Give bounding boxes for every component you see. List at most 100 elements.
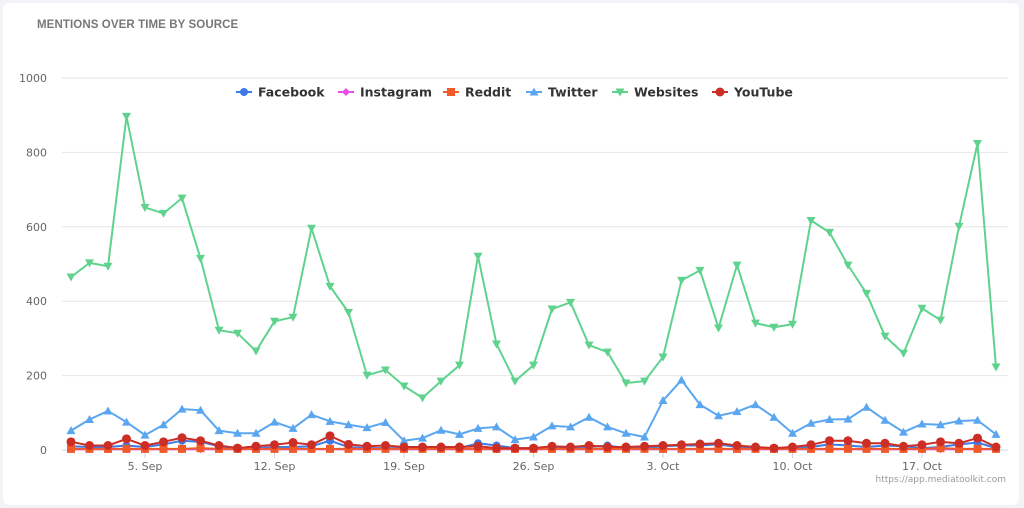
twitter-data-point[interactable] <box>381 417 390 426</box>
websites-data-point[interactable] <box>159 209 168 218</box>
twitter-data-point[interactable] <box>270 417 279 426</box>
websites-data-point[interactable] <box>695 266 705 275</box>
youtube-data-point[interactable] <box>473 441 483 451</box>
youtube-data-point[interactable] <box>658 441 668 451</box>
youtube-data-point[interactable] <box>492 443 501 453</box>
youtube-data-point[interactable] <box>381 441 390 451</box>
youtube-data-point[interactable] <box>862 438 871 448</box>
youtube-data-point[interactable] <box>973 433 982 443</box>
websites-data-point[interactable] <box>936 316 945 325</box>
twitter-data-point[interactable] <box>103 406 113 415</box>
twitter-data-point[interactable] <box>436 425 446 434</box>
youtube-data-point[interactable] <box>843 436 853 446</box>
youtube-data-point[interactable] <box>936 437 945 447</box>
youtube-data-point[interactable] <box>640 441 649 451</box>
legend-item-websites[interactable]: Websites <box>612 85 698 100</box>
websites-data-point[interactable] <box>991 363 1001 372</box>
youtube-data-point[interactable] <box>991 442 1001 452</box>
youtube-data-point[interactable] <box>418 442 427 452</box>
youtube-data-point[interactable] <box>251 441 261 451</box>
youtube-data-point[interactable] <box>307 440 316 450</box>
twitter-data-point[interactable] <box>862 402 871 411</box>
websites-data-point[interactable] <box>714 324 723 333</box>
youtube-data-point[interactable] <box>529 443 538 453</box>
youtube-data-point[interactable] <box>603 442 612 452</box>
websites-data-point[interactable] <box>917 304 927 313</box>
twitter-data-point[interactable] <box>603 422 612 431</box>
youtube-data-point[interactable] <box>714 438 723 448</box>
websites-data-point[interactable] <box>899 349 908 358</box>
legend-item-youtube[interactable]: YouTube <box>712 85 793 100</box>
youtube-data-point[interactable] <box>510 443 520 453</box>
youtube-data-point[interactable] <box>362 441 372 451</box>
youtube-data-point[interactable] <box>788 442 797 452</box>
youtube-data-point[interactable] <box>584 441 594 451</box>
youtube-data-point[interactable] <box>233 443 242 453</box>
websites-data-point[interactable] <box>547 305 557 314</box>
reddit-data-point[interactable] <box>326 444 334 453</box>
youtube-data-point[interactable] <box>547 441 557 451</box>
reddit-data-point[interactable] <box>178 444 186 453</box>
twitter-data-point[interactable] <box>307 410 316 419</box>
websites-data-point[interactable] <box>251 347 261 356</box>
websites-data-point[interactable] <box>66 273 76 282</box>
youtube-data-point[interactable] <box>214 441 224 451</box>
youtube-data-point[interactable] <box>880 438 890 448</box>
legend-item-instagram[interactable]: Instagram <box>338 85 432 100</box>
websites-data-point[interactable] <box>510 377 520 386</box>
twitter-data-point[interactable] <box>677 375 686 384</box>
reddit-data-point[interactable] <box>196 444 205 453</box>
youtube-data-point[interactable] <box>751 442 760 452</box>
websites-data-point[interactable] <box>122 112 131 121</box>
websites-data-point[interactable] <box>344 308 353 317</box>
twitter-data-point[interactable] <box>751 400 760 409</box>
websites-data-point[interactable] <box>973 139 982 148</box>
youtube-data-point[interactable] <box>85 441 94 451</box>
websites-data-point[interactable] <box>677 276 686 285</box>
youtube-data-point[interactable] <box>66 437 76 447</box>
websites-data-point[interactable] <box>196 254 205 263</box>
websites-data-point[interactable] <box>862 289 871 298</box>
websites-data-point[interactable] <box>603 348 612 357</box>
youtube-data-point[interactable] <box>621 442 631 452</box>
legend-item-facebook[interactable]: Facebook <box>236 85 325 100</box>
websites-data-point[interactable] <box>825 228 834 237</box>
websites-data-point[interactable] <box>492 340 501 349</box>
youtube-data-point[interactable] <box>732 441 742 451</box>
youtube-data-point[interactable] <box>436 442 446 452</box>
youtube-data-point[interactable] <box>196 436 205 446</box>
youtube-data-point[interactable] <box>122 434 131 444</box>
youtube-data-point[interactable] <box>917 440 927 450</box>
youtube-data-point[interactable] <box>825 436 834 446</box>
youtube-data-point[interactable] <box>806 440 816 450</box>
legend-item-twitter[interactable]: Twitter <box>526 85 598 100</box>
youtube-data-point[interactable] <box>159 437 168 447</box>
twitter-data-point[interactable] <box>66 426 76 435</box>
youtube-data-point[interactable] <box>677 440 686 450</box>
websites-data-point[interactable] <box>473 252 483 261</box>
youtube-data-point[interactable] <box>288 438 298 448</box>
websites-data-point[interactable] <box>399 382 409 391</box>
youtube-data-point[interactable] <box>954 438 964 448</box>
youtube-data-point[interactable] <box>140 441 150 451</box>
youtube-data-point[interactable] <box>177 433 187 443</box>
youtube-data-point[interactable] <box>899 441 908 451</box>
reddit-data-point[interactable] <box>973 444 982 453</box>
websites-data-point[interactable] <box>418 394 427 403</box>
websites-data-point[interactable] <box>307 224 316 233</box>
youtube-data-point[interactable] <box>695 439 705 449</box>
youtube-data-point[interactable] <box>566 442 575 452</box>
youtube-data-point[interactable] <box>455 442 464 452</box>
youtube-data-point[interactable] <box>344 439 353 449</box>
youtube-data-point[interactable] <box>103 441 113 451</box>
legend-item-reddit[interactable]: Reddit <box>443 85 511 100</box>
reddit-data-point[interactable] <box>825 444 834 453</box>
twitter-data-point[interactable] <box>584 412 594 421</box>
reddit-data-point[interactable] <box>844 444 852 453</box>
reddit-data-point[interactable] <box>122 444 131 453</box>
youtube-data-point[interactable] <box>399 442 409 452</box>
websites-data-point[interactable] <box>103 262 113 271</box>
websites-data-point[interactable] <box>806 216 816 225</box>
youtube-data-point[interactable] <box>270 440 279 450</box>
websites-data-point[interactable] <box>732 261 742 270</box>
